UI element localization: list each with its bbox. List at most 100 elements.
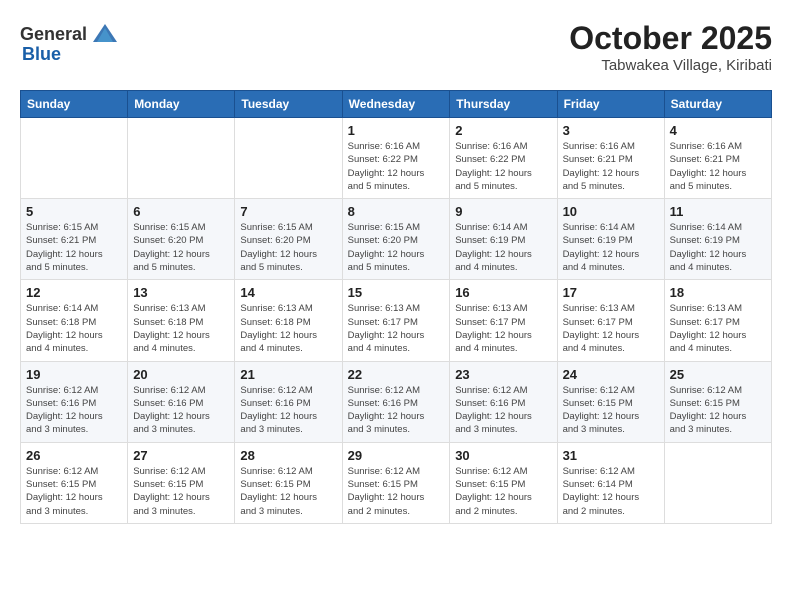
calendar-cell: 23 Sunrise: 6:12 AMSunset: 6:16 PMDayligh… [450,361,557,442]
calendar-cell: 21 Sunrise: 6:12 AMSunset: 6:16 PMDayligh… [235,361,342,442]
day-detail: Sunrise: 6:15 AMSunset: 6:20 PMDaylight:… [240,221,336,274]
day-detail: Sunrise: 6:12 AMSunset: 6:16 PMDaylight:… [455,384,551,437]
calendar-cell [235,118,342,199]
calendar-cell: 30 Sunrise: 6:12 AMSunset: 6:15 PMDayligh… [450,442,557,523]
day-detail: Sunrise: 6:14 AMSunset: 6:19 PMDaylight:… [670,221,766,274]
day-number: 10 [563,204,659,219]
day-detail: Sunrise: 6:13 AMSunset: 6:17 PMDaylight:… [348,302,445,355]
calendar-cell: 25 Sunrise: 6:12 AMSunset: 6:15 PMDayligh… [664,361,771,442]
calendar-cell: 8Sunrise: 6:15 AMSunset: 6:20 PMDaylight… [342,199,450,280]
day-number: 29 [348,448,445,463]
day-number: 14 [240,285,336,300]
calendar-week-row: 12 Sunrise: 6:14 AMSunset: 6:18 PMDayligh… [21,280,772,361]
day-detail: Sunrise: 6:14 AMSunset: 6:18 PMDaylight:… [26,302,122,355]
calendar-table: SundayMondayTuesdayWednesdayThursdayFrid… [20,90,772,524]
day-detail: Sunrise: 6:13 AMSunset: 6:17 PMDaylight:… [455,302,551,355]
weekday-header: Saturday [664,91,771,118]
weekday-header: Wednesday [342,91,450,118]
calendar-cell: 20 Sunrise: 6:12 AMSunset: 6:16 PMDayligh… [128,361,235,442]
calendar-cell: 16 Sunrise: 6:13 AMSunset: 6:17 PMDayligh… [450,280,557,361]
day-detail: Sunrise: 6:12 AMSunset: 6:15 PMDaylight:… [26,465,122,518]
day-number: 20 [133,367,229,382]
day-detail: Sunrise: 6:15 AMSunset: 6:21 PMDaylight:… [26,221,122,274]
weekday-header: Friday [557,91,664,118]
calendar-cell: 13Sunrise: 6:13 AMSunset: 6:18 PMDayligh… [128,280,235,361]
day-number: 13 [133,285,229,300]
day-detail: Sunrise: 6:15 AMSunset: 6:20 PMDaylight:… [348,221,445,274]
page-header: General Blue October 2025 Tabwakea Villa… [20,20,772,74]
calendar-cell: 2Sunrise: 6:16 AMSunset: 6:22 PMDaylight… [450,118,557,199]
calendar-cell: 1 Sunrise: 6:16 AMSunset: 6:22 PMDaylight… [342,118,450,199]
day-detail: Sunrise: 6:16 AMSunset: 6:21 PMDaylight:… [563,140,659,193]
calendar-cell [21,118,128,199]
day-number: 30 [455,448,551,463]
day-number: 26 [26,448,122,463]
day-number: 19 [26,367,122,382]
day-number: 5 [26,204,122,219]
day-number: 1 [348,123,445,138]
calendar-cell [128,118,235,199]
day-number: 28 [240,448,336,463]
calendar-cell: 27 Sunrise: 6:12 AMSunset: 6:15 PMDayligh… [128,442,235,523]
logo-general: General [20,24,87,45]
calendar-cell: 12 Sunrise: 6:14 AMSunset: 6:18 PMDayligh… [21,280,128,361]
calendar-week-row: 1 Sunrise: 6:16 AMSunset: 6:22 PMDaylight… [21,118,772,199]
month-title: October 2025 [569,20,772,57]
day-detail: Sunrise: 6:15 AMSunset: 6:20 PMDaylight:… [133,221,229,274]
day-detail: Sunrise: 6:12 AMSunset: 6:16 PMDaylight:… [240,384,336,437]
day-number: 9 [455,204,551,219]
day-detail: Sunrise: 6:13 AMSunset: 6:17 PMDaylight:… [563,302,659,355]
day-number: 22 [348,367,445,382]
day-number: 21 [240,367,336,382]
day-detail: Sunrise: 6:16 AMSunset: 6:22 PMDaylight:… [348,140,445,193]
calendar-cell: 11Sunrise: 6:14 AMSunset: 6:19 PMDayligh… [664,199,771,280]
day-number: 23 [455,367,551,382]
day-number: 24 [563,367,659,382]
day-number: 12 [26,285,122,300]
calendar-cell: 15Sunrise: 6:13 AMSunset: 6:17 PMDayligh… [342,280,450,361]
day-detail: Sunrise: 6:12 AMSunset: 6:16 PMDaylight:… [26,384,122,437]
day-number: 3 [563,123,659,138]
day-number: 2 [455,123,551,138]
day-number: 27 [133,448,229,463]
day-detail: Sunrise: 6:12 AMSunset: 6:15 PMDaylight:… [133,465,229,518]
title-section: October 2025 Tabwakea Village, Kiribati [569,20,772,74]
calendar-cell: 29 Sunrise: 6:12 AMSunset: 6:15 PMDayligh… [342,442,450,523]
logo: General Blue [20,20,119,65]
day-detail: Sunrise: 6:12 AMSunset: 6:15 PMDaylight:… [455,465,551,518]
day-detail: Sunrise: 6:12 AMSunset: 6:15 PMDaylight:… [670,384,766,437]
calendar-cell: 28 Sunrise: 6:12 AMSunset: 6:15 PMDayligh… [235,442,342,523]
calendar-header-row: SundayMondayTuesdayWednesdayThursdayFrid… [21,91,772,118]
calendar-cell: 14 Sunrise: 6:13 AMSunset: 6:18 PMDayligh… [235,280,342,361]
calendar-cell: 5 Sunrise: 6:15 AMSunset: 6:21 PMDaylight… [21,199,128,280]
logo-icon [91,20,119,48]
calendar-cell: 19 Sunrise: 6:12 AMSunset: 6:16 PMDayligh… [21,361,128,442]
day-number: 6 [133,204,229,219]
day-number: 16 [455,285,551,300]
calendar-cell: 31Sunrise: 6:12 AMSunset: 6:14 PMDayligh… [557,442,664,523]
day-detail: Sunrise: 6:14 AMSunset: 6:19 PMDaylight:… [455,221,551,274]
day-detail: Sunrise: 6:13 AMSunset: 6:17 PMDaylight:… [670,302,766,355]
day-detail: Sunrise: 6:12 AMSunset: 6:15 PMDaylight:… [240,465,336,518]
day-detail: Sunrise: 6:13 AMSunset: 6:18 PMDaylight:… [240,302,336,355]
day-number: 7 [240,204,336,219]
calendar-cell: 3 Sunrise: 6:16 AMSunset: 6:21 PMDaylight… [557,118,664,199]
day-detail: Sunrise: 6:12 AMSunset: 6:16 PMDaylight:… [348,384,445,437]
calendar-cell [664,442,771,523]
weekday-header: Sunday [21,91,128,118]
calendar-cell: 6 Sunrise: 6:15 AMSunset: 6:20 PMDaylight… [128,199,235,280]
calendar-cell: 24 Sunrise: 6:12 AMSunset: 6:15 PMDayligh… [557,361,664,442]
calendar-cell: 22 Sunrise: 6:12 AMSunset: 6:16 PMDayligh… [342,361,450,442]
day-detail: Sunrise: 6:12 AMSunset: 6:15 PMDaylight:… [563,384,659,437]
day-number: 31 [563,448,659,463]
weekday-header: Tuesday [235,91,342,118]
day-number: 25 [670,367,766,382]
calendar-week-row: 26 Sunrise: 6:12 AMSunset: 6:15 PMDayligh… [21,442,772,523]
calendar-cell: 9 Sunrise: 6:14 AMSunset: 6:19 PMDaylight… [450,199,557,280]
day-detail: Sunrise: 6:12 AMSunset: 6:15 PMDaylight:… [348,465,445,518]
day-detail: Sunrise: 6:16 AMSunset: 6:21 PMDaylight:… [670,140,766,193]
calendar-cell: 17Sunrise: 6:13 AMSunset: 6:17 PMDayligh… [557,280,664,361]
calendar-week-row: 19 Sunrise: 6:12 AMSunset: 6:16 PMDayligh… [21,361,772,442]
calendar-cell: 10Sunrise: 6:14 AMSunset: 6:19 PMDayligh… [557,199,664,280]
day-detail: Sunrise: 6:12 AMSunset: 6:16 PMDaylight:… [133,384,229,437]
